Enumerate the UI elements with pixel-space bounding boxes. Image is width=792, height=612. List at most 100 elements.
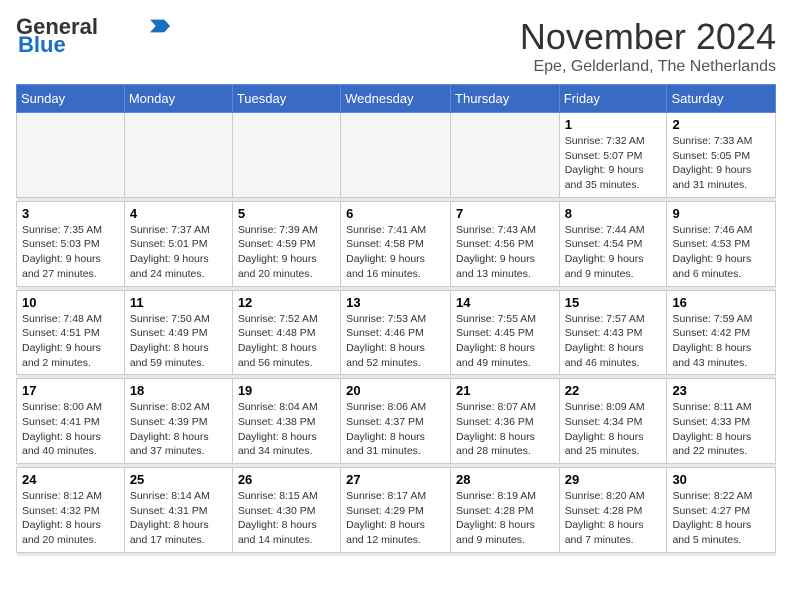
weekday-header-sunday: Sunday: [17, 85, 125, 113]
day-info: Sunrise: 7:32 AM Sunset: 5:07 PM Dayligh…: [565, 134, 662, 193]
day-info: Sunrise: 7:46 AM Sunset: 4:53 PM Dayligh…: [672, 223, 770, 282]
day-number: 14: [456, 295, 554, 310]
calendar-cell: 3 Sunrise: 7:35 AM Sunset: 5:03 PM Daylig…: [17, 201, 125, 286]
calendar-cell: 19 Sunrise: 8:04 AM Sunset: 4:38 PM Dayli…: [232, 379, 340, 464]
calendar-cell: 1 Sunrise: 7:32 AM Sunset: 5:07 PM Daylig…: [559, 113, 667, 198]
day-number: 2: [672, 117, 770, 132]
weekday-header-thursday: Thursday: [451, 85, 560, 113]
day-number: 5: [238, 206, 335, 221]
day-number: 6: [346, 206, 445, 221]
week-row-3: 10 Sunrise: 7:48 AM Sunset: 4:51 PM Dayli…: [17, 290, 776, 375]
weekday-header-saturday: Saturday: [667, 85, 776, 113]
calendar-cell: 6 Sunrise: 7:41 AM Sunset: 4:58 PM Daylig…: [341, 201, 451, 286]
logo: General Blue: [16, 16, 170, 56]
calendar-cell: 24Sunrise: 8:12 AM Sunset: 4:32 PM Dayli…: [17, 468, 125, 553]
calendar-cell: 30 Sunrise: 8:22 AM Sunset: 4:27 PM Dayli…: [667, 468, 776, 553]
day-number: 10: [22, 295, 119, 310]
calendar-cell: 18 Sunrise: 8:02 AM Sunset: 4:39 PM Dayli…: [124, 379, 232, 464]
page-header: General Blue November 2024 Epe, Gelderla…: [16, 16, 776, 76]
week-row-2: 3 Sunrise: 7:35 AM Sunset: 5:03 PM Daylig…: [17, 201, 776, 286]
day-info: Sunrise: 8:19 AM Sunset: 4:28 PM Dayligh…: [456, 489, 554, 548]
week-separator: [17, 552, 776, 556]
calendar-cell: 14 Sunrise: 7:55 AM Sunset: 4:45 PM Dayli…: [451, 290, 560, 375]
calendar-cell: 8 Sunrise: 7:44 AM Sunset: 4:54 PM Daylig…: [559, 201, 667, 286]
day-info: Sunrise: 7:41 AM Sunset: 4:58 PM Dayligh…: [346, 223, 445, 282]
day-info: Sunrise: 8:15 AM Sunset: 4:30 PM Dayligh…: [238, 489, 335, 548]
day-info: Sunrise: 8:12 AM Sunset: 4:32 PM Dayligh…: [22, 489, 119, 548]
day-number: 28: [456, 472, 554, 487]
day-number: 30: [672, 472, 770, 487]
weekday-header-tuesday: Tuesday: [232, 85, 340, 113]
day-info: Sunrise: 8:20 AM Sunset: 4:28 PM Dayligh…: [565, 489, 662, 548]
calendar-cell: 17Sunrise: 8:00 AM Sunset: 4:41 PM Dayli…: [17, 379, 125, 464]
day-number: 15: [565, 295, 662, 310]
calendar-cell: 9 Sunrise: 7:46 AM Sunset: 4:53 PM Daylig…: [667, 201, 776, 286]
day-number: 8: [565, 206, 662, 221]
calendar-cell: 12 Sunrise: 7:52 AM Sunset: 4:48 PM Dayli…: [232, 290, 340, 375]
day-info: Sunrise: 7:48 AM Sunset: 4:51 PM Dayligh…: [22, 312, 119, 371]
calendar-table: SundayMondayTuesdayWednesdayThursdayFrid…: [16, 84, 776, 556]
calendar-cell: 29Sunrise: 8:20 AM Sunset: 4:28 PM Dayli…: [559, 468, 667, 553]
calendar-cell: 25Sunrise: 8:14 AM Sunset: 4:31 PM Dayli…: [124, 468, 232, 553]
subtitle: Epe, Gelderland, The Netherlands: [520, 58, 776, 76]
day-number: 26: [238, 472, 335, 487]
day-info: Sunrise: 7:59 AM Sunset: 4:42 PM Dayligh…: [672, 312, 770, 371]
day-number: 16: [672, 295, 770, 310]
day-number: 12: [238, 295, 335, 310]
logo-arrow-icon: [150, 19, 170, 33]
calendar-cell: 13 Sunrise: 7:53 AM Sunset: 4:46 PM Dayli…: [341, 290, 451, 375]
day-number: 23: [672, 383, 770, 398]
day-number: 3: [22, 206, 119, 221]
day-info: Sunrise: 7:43 AM Sunset: 4:56 PM Dayligh…: [456, 223, 554, 282]
day-info: Sunrise: 8:04 AM Sunset: 4:38 PM Dayligh…: [238, 400, 335, 459]
calendar-cell: 5 Sunrise: 7:39 AM Sunset: 4:59 PM Daylig…: [232, 201, 340, 286]
calendar-cell: 21Sunrise: 8:07 AM Sunset: 4:36 PM Dayli…: [451, 379, 560, 464]
day-info: Sunrise: 7:53 AM Sunset: 4:46 PM Dayligh…: [346, 312, 445, 371]
main-title: November 2024: [520, 16, 776, 58]
day-number: 19: [238, 383, 335, 398]
calendar-cell: 26 Sunrise: 8:15 AM Sunset: 4:30 PM Dayli…: [232, 468, 340, 553]
day-info: Sunrise: 8:07 AM Sunset: 4:36 PM Dayligh…: [456, 400, 554, 459]
week-row-4: 17Sunrise: 8:00 AM Sunset: 4:41 PM Dayli…: [17, 379, 776, 464]
calendar-cell: 2 Sunrise: 7:33 AM Sunset: 5:05 PM Daylig…: [667, 113, 776, 198]
day-number: 17: [22, 383, 119, 398]
week-row-1: 1 Sunrise: 7:32 AM Sunset: 5:07 PM Daylig…: [17, 113, 776, 198]
calendar-cell: 16 Sunrise: 7:59 AM Sunset: 4:42 PM Dayli…: [667, 290, 776, 375]
day-number: 13: [346, 295, 445, 310]
day-info: Sunrise: 8:11 AM Sunset: 4:33 PM Dayligh…: [672, 400, 770, 459]
week-row-5: 24Sunrise: 8:12 AM Sunset: 4:32 PM Dayli…: [17, 468, 776, 553]
day-info: Sunrise: 7:44 AM Sunset: 4:54 PM Dayligh…: [565, 223, 662, 282]
day-info: Sunrise: 8:14 AM Sunset: 4:31 PM Dayligh…: [130, 489, 227, 548]
day-info: Sunrise: 7:39 AM Sunset: 4:59 PM Dayligh…: [238, 223, 335, 282]
day-number: 1: [565, 117, 662, 132]
calendar-cell: 15 Sunrise: 7:57 AM Sunset: 4:43 PM Dayli…: [559, 290, 667, 375]
calendar-cell: 7Sunrise: 7:43 AM Sunset: 4:56 PM Daylig…: [451, 201, 560, 286]
day-number: 9: [672, 206, 770, 221]
day-number: 11: [130, 295, 227, 310]
calendar-cell: 28 Sunrise: 8:19 AM Sunset: 4:28 PM Dayli…: [451, 468, 560, 553]
day-info: Sunrise: 7:52 AM Sunset: 4:48 PM Dayligh…: [238, 312, 335, 371]
day-number: 27: [346, 472, 445, 487]
calendar-cell: [341, 113, 451, 198]
day-info: Sunrise: 8:02 AM Sunset: 4:39 PM Dayligh…: [130, 400, 227, 459]
calendar-cell: 22Sunrise: 8:09 AM Sunset: 4:34 PM Dayli…: [559, 379, 667, 464]
calendar-cell: 4Sunrise: 7:37 AM Sunset: 5:01 PM Daylig…: [124, 201, 232, 286]
calendar-cell: 27 Sunrise: 8:17 AM Sunset: 4:29 PM Dayli…: [341, 468, 451, 553]
weekday-header-monday: Monday: [124, 85, 232, 113]
day-info: Sunrise: 8:22 AM Sunset: 4:27 PM Dayligh…: [672, 489, 770, 548]
calendar-cell: [124, 113, 232, 198]
weekday-header-row: SundayMondayTuesdayWednesdayThursdayFrid…: [17, 85, 776, 113]
day-info: Sunrise: 7:55 AM Sunset: 4:45 PM Dayligh…: [456, 312, 554, 371]
day-info: Sunrise: 7:57 AM Sunset: 4:43 PM Dayligh…: [565, 312, 662, 371]
calendar-cell: [232, 113, 340, 198]
day-info: Sunrise: 8:17 AM Sunset: 4:29 PM Dayligh…: [346, 489, 445, 548]
calendar-cell: [17, 113, 125, 198]
calendar-cell: 20Sunrise: 8:06 AM Sunset: 4:37 PM Dayli…: [341, 379, 451, 464]
day-number: 18: [130, 383, 227, 398]
day-info: Sunrise: 7:50 AM Sunset: 4:49 PM Dayligh…: [130, 312, 227, 371]
day-info: Sunrise: 7:33 AM Sunset: 5:05 PM Dayligh…: [672, 134, 770, 193]
weekday-header-wednesday: Wednesday: [341, 85, 451, 113]
calendar-cell: [451, 113, 560, 198]
calendar-cell: 11 Sunrise: 7:50 AM Sunset: 4:49 PM Dayli…: [124, 290, 232, 375]
day-info: Sunrise: 7:35 AM Sunset: 5:03 PM Dayligh…: [22, 223, 119, 282]
